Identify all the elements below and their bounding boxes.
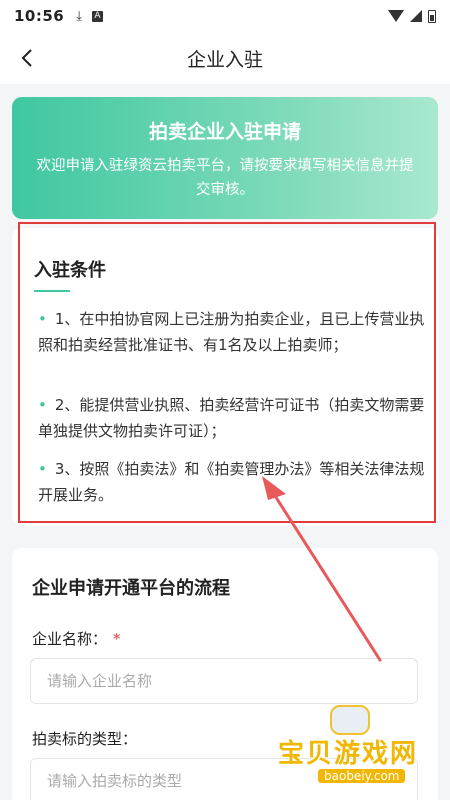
nav-bar: 企业入驻 <box>0 32 450 84</box>
intro-banner: 拍卖企业入驻申请 欢迎申请入驻绿资云拍卖平台，请按要求填写相关信息并提交审核。 <box>12 97 438 219</box>
watermark-text: 宝贝游戏网 <box>278 739 419 769</box>
auction-type-label: 拍卖标的类型： <box>32 730 138 748</box>
company-name-input[interactable] <box>30 658 418 704</box>
company-name-label: 企业名称： * <box>32 630 121 648</box>
watermark-url: baobeiy.com <box>318 769 406 783</box>
banner-subtitle: 欢迎申请入驻绿资云拍卖平台，请按要求填写相关信息并提交审核。 <box>36 158 414 198</box>
status-icons <box>388 9 436 23</box>
gamepad-logo-icon <box>330 705 370 735</box>
back-button[interactable] <box>14 44 42 72</box>
app-notification-icon: A <box>92 10 103 22</box>
required-mark: * <box>113 630 121 648</box>
chevron-left-icon <box>21 49 32 67</box>
site-watermark: 宝贝游戏网 baobeiy.com <box>278 705 448 795</box>
annotation-highlight-box <box>18 222 436 523</box>
battery-icon <box>428 9 436 23</box>
status-bar: 10:56 ⤓ A <box>0 0 450 32</box>
wifi-icon <box>388 10 404 22</box>
page-title: 企业入驻 <box>186 48 263 71</box>
status-time: 10:56 <box>14 7 65 25</box>
process-title: 企业申请开通平台的流程 <box>32 578 230 599</box>
signal-icon <box>410 10 422 22</box>
download-icon: ⤓ <box>76 8 82 24</box>
banner-title: 拍卖企业入驻申请 <box>148 121 301 143</box>
